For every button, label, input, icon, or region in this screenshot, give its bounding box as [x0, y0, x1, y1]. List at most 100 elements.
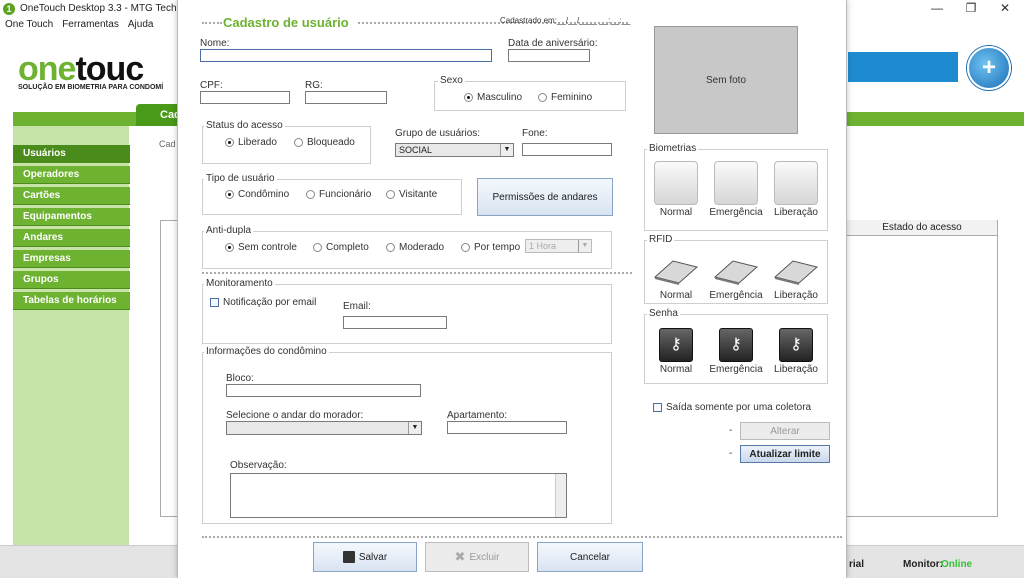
- select-value: SOCIAL: [399, 145, 433, 155]
- radio-label: Visitante: [399, 189, 438, 200]
- delete-button[interactable]: ✖ Excluir: [425, 542, 529, 572]
- notes-label: Observação:: [230, 460, 287, 471]
- user-photo[interactable]: Sem foto: [654, 26, 798, 134]
- dialog-title: Cadastro de usuário: [223, 15, 349, 30]
- rfid-emergencia[interactable]: Emergência: [707, 255, 765, 301]
- single-reader-exit-checkbox[interactable]: Saída somente por uma coletora: [653, 402, 811, 413]
- user-registration-dialog: Cadastro de usuário Cadastrado em: __/__…: [177, 0, 847, 578]
- radio-label: Bloqueado: [307, 137, 355, 148]
- item-caption: Normal: [659, 364, 693, 375]
- sexo-group-title: Sexo: [438, 75, 465, 86]
- monitor-label: Monitor:: [903, 559, 943, 570]
- group-label: Grupo de usuários:: [395, 128, 481, 139]
- radio-por-tempo[interactable]: Por tempo: [461, 242, 520, 253]
- menu-one-touch[interactable]: One Touch: [5, 19, 53, 30]
- radio-liberado[interactable]: Liberado: [225, 137, 277, 148]
- sidebar-item-usuarios[interactable]: Usuários: [13, 145, 133, 163]
- fingerprint-icon: [714, 161, 758, 205]
- banner-stripe: [848, 52, 958, 82]
- time-select[interactable]: 1 Hora ▼: [525, 239, 592, 253]
- condominio-title: Informações do condômino: [204, 346, 329, 357]
- name-input[interactable]: [200, 49, 492, 62]
- block-input[interactable]: [226, 384, 421, 397]
- rfid-liberacao[interactable]: Liberação: [767, 255, 825, 301]
- floor-select[interactable]: ▼: [226, 421, 422, 435]
- sidebar-item-operadores[interactable]: Operadores: [13, 166, 133, 184]
- radio-sem-controle[interactable]: Sem controle: [225, 242, 297, 253]
- fingerprint-normal[interactable]: Normal: [647, 161, 705, 218]
- cpf-label: CPF:: [200, 80, 223, 91]
- fingerprint-emergencia[interactable]: Emergência: [707, 161, 765, 218]
- status-acesso-title: Status do acesso: [204, 120, 285, 131]
- floor-permissions-button[interactable]: Permissões de andares: [477, 178, 613, 216]
- minimize-button[interactable]: —: [920, 0, 954, 17]
- menu-ajuda[interactable]: Ajuda: [128, 19, 154, 30]
- password-emergencia[interactable]: ⚷ Emergência: [707, 328, 765, 375]
- radio-completo[interactable]: Completo: [313, 242, 369, 253]
- apartment-label: Apartamento:: [447, 410, 508, 421]
- fingerprint-liberacao[interactable]: Liberação: [767, 161, 825, 218]
- close-window-button[interactable]: ✕: [988, 0, 1022, 17]
- sidebar-item-equipamentos[interactable]: Equipamentos: [13, 208, 133, 226]
- password-liberacao[interactable]: ⚷ Liberação: [767, 328, 825, 375]
- cpf-input[interactable]: [200, 91, 290, 104]
- menu-ferramentas[interactable]: Ferramentas: [62, 19, 119, 30]
- sidebar-item-tabelas-horarios[interactable]: Tabelas de horários: [13, 292, 133, 310]
- notes-scrollbar[interactable]: [555, 474, 566, 517]
- anti-dupla-title: Anti-dupla: [204, 225, 254, 236]
- fingerprint-icon: [654, 161, 698, 205]
- radio-moderado[interactable]: Moderado: [386, 242, 444, 253]
- radio-label: Completo: [326, 242, 369, 253]
- item-caption: Emergência: [709, 290, 763, 301]
- sidebar-item-empresas[interactable]: Empresas: [13, 250, 133, 268]
- item-caption: Normal: [659, 290, 693, 301]
- app-logo-icon: 1: [3, 2, 15, 15]
- rfid-card-icon: [773, 260, 819, 285]
- save-button[interactable]: Salvar: [313, 542, 417, 572]
- dash-text: -: [729, 425, 733, 436]
- phone-input[interactable]: [522, 143, 612, 156]
- radio-dot: [225, 243, 234, 252]
- radio-label: Sem controle: [238, 242, 297, 253]
- radio-condomino[interactable]: Condômino: [225, 189, 289, 200]
- divider: [202, 22, 222, 24]
- floor-label: Selecione o andar do morador:: [226, 410, 364, 421]
- sidebar-item-grupos[interactable]: Grupos: [13, 271, 133, 289]
- radio-dot: [464, 93, 473, 102]
- sidebar-item-cartoes[interactable]: Cartões: [13, 187, 133, 205]
- name-label: Nome:: [200, 38, 230, 49]
- radio-visitante[interactable]: Visitante: [386, 189, 437, 200]
- radio-feminino[interactable]: Feminino: [538, 92, 592, 103]
- radio-dot: [386, 190, 395, 199]
- checkbox-label: Notificação por email: [223, 297, 317, 308]
- update-limit-button[interactable]: Atualizar limite: [740, 445, 830, 463]
- alterar-button[interactable]: Alterar: [740, 422, 830, 440]
- email-notification-checkbox[interactable]: Notificação por email: [210, 297, 316, 308]
- radio-dot: [461, 243, 470, 252]
- birthday-input[interactable]: [508, 49, 590, 62]
- password-normal[interactable]: ⚷ Normal: [647, 328, 705, 375]
- column-header-estado-acesso[interactable]: Estado do acesso: [847, 220, 997, 236]
- user-group-select[interactable]: SOCIAL ▼: [395, 143, 514, 157]
- radio-masculino[interactable]: Masculino: [464, 92, 522, 103]
- rfid-normal[interactable]: Normal: [647, 255, 705, 301]
- fingerprint-icon: [774, 161, 818, 205]
- radio-label: Por tempo: [474, 242, 521, 253]
- chevron-down-icon: ▼: [578, 240, 591, 252]
- radio-dot: [225, 190, 234, 199]
- rg-input[interactable]: [305, 91, 387, 104]
- checkbox-label: Saída somente por uma coletora: [666, 402, 812, 413]
- email-input[interactable]: [343, 316, 447, 329]
- cancel-button[interactable]: Cancelar: [537, 542, 643, 572]
- radio-funcionario[interactable]: Funcionário: [306, 189, 371, 200]
- apartment-input[interactable]: [447, 421, 567, 434]
- checkbox-box: [653, 403, 662, 412]
- senha-title: Senha: [647, 308, 680, 319]
- block-label: Bloco:: [226, 373, 254, 384]
- radio-bloqueado[interactable]: Bloqueado: [294, 137, 355, 148]
- floppy-disk-icon: [342, 551, 355, 563]
- sidebar-item-andares[interactable]: Andares: [13, 229, 133, 247]
- notes-textarea[interactable]: [230, 473, 567, 518]
- restore-button[interactable]: ❐: [954, 0, 988, 17]
- button-label: Salvar: [358, 551, 388, 563]
